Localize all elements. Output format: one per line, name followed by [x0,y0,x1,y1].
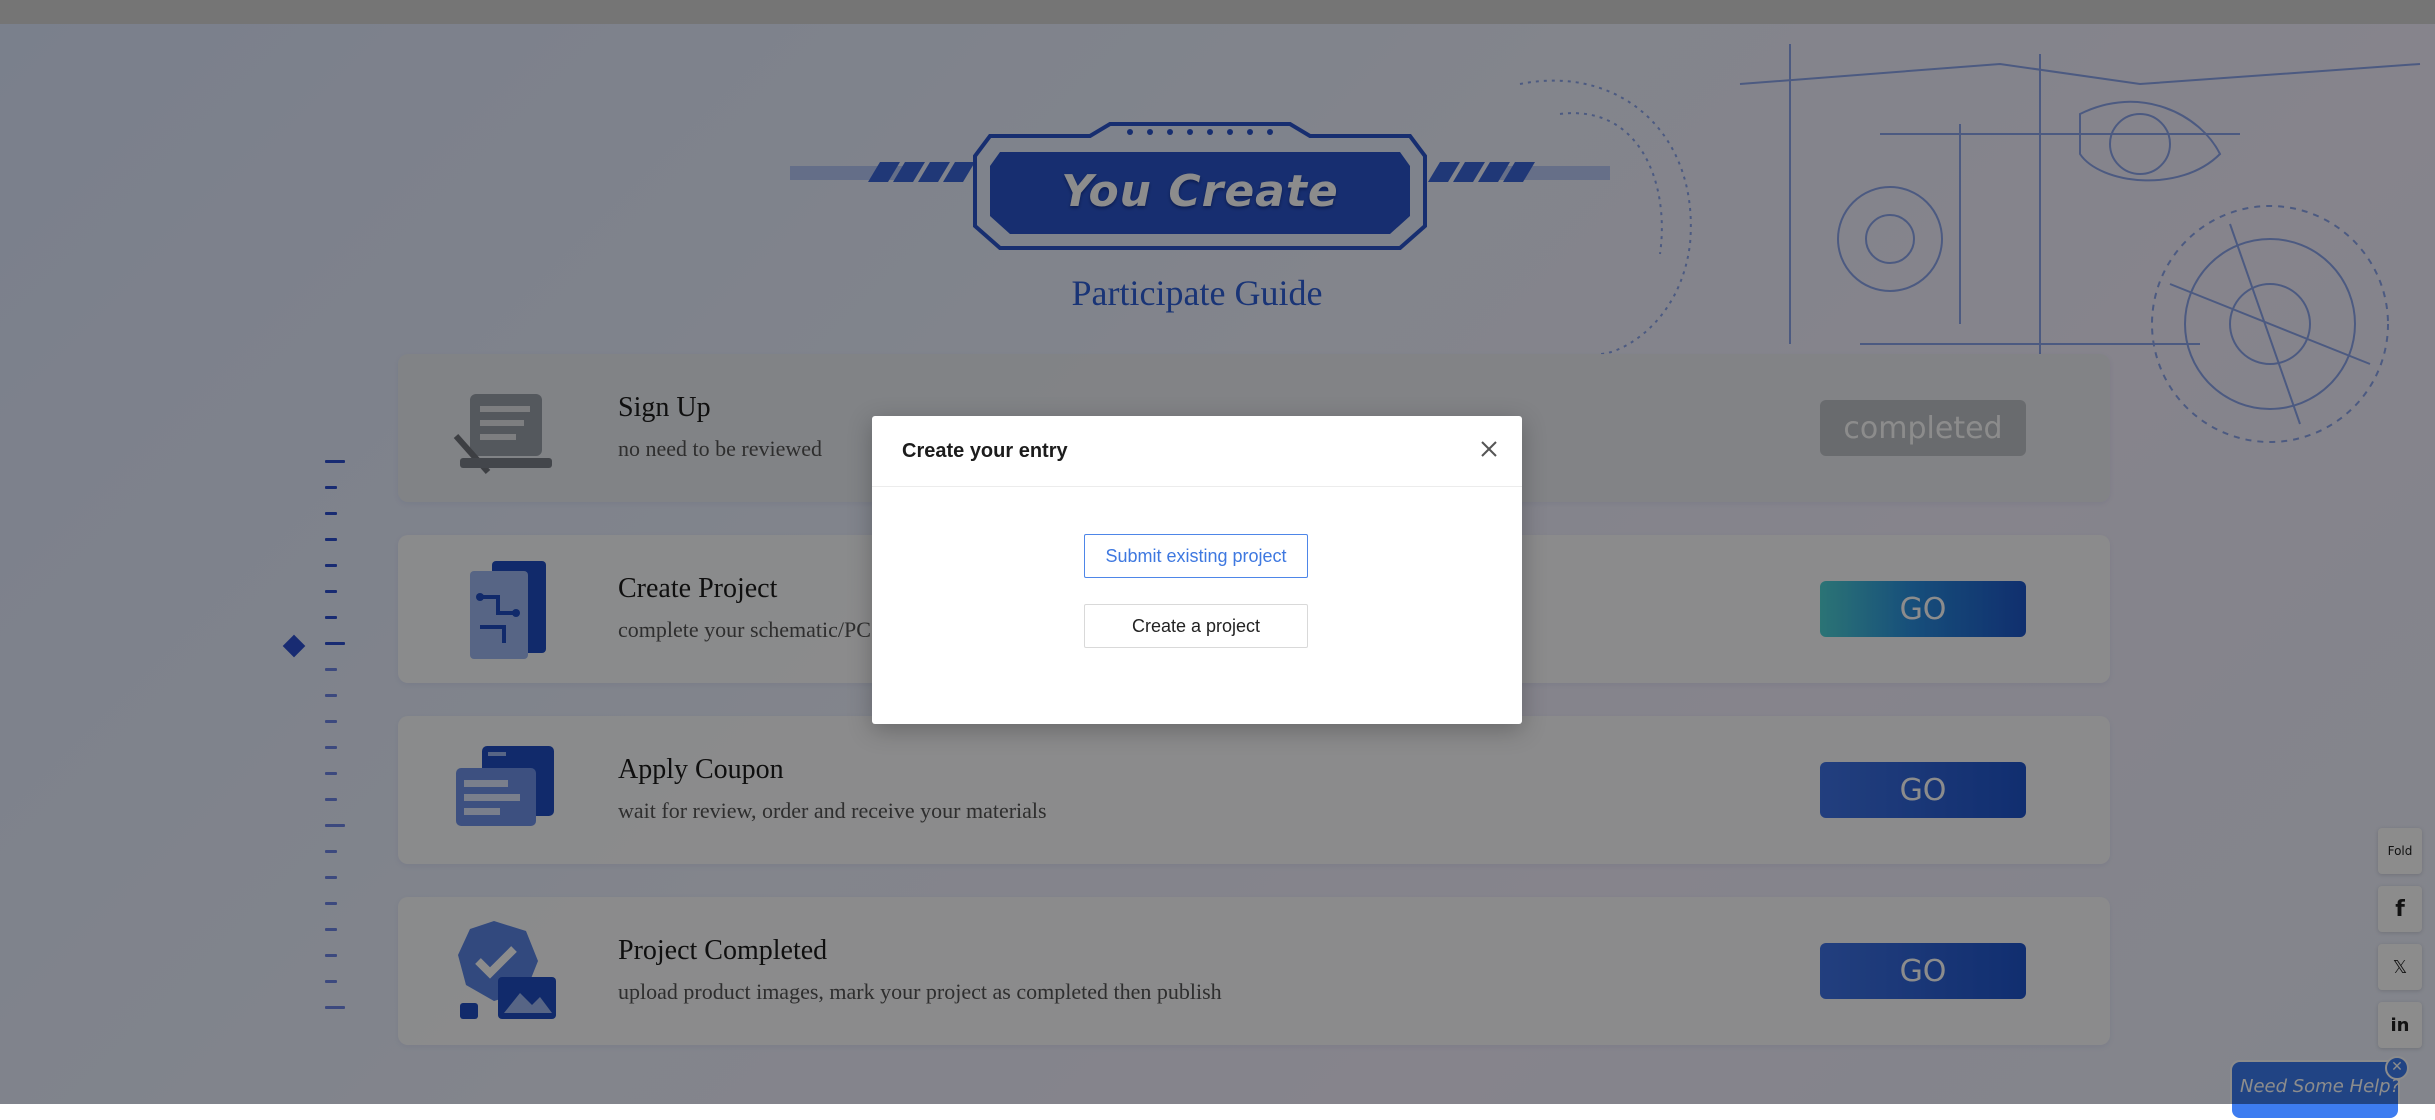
dialog-header: Create your entry [872,416,1522,487]
submit-existing-project-button[interactable]: Submit existing project [1084,534,1308,578]
close-button[interactable] [1474,434,1504,464]
close-icon [1481,441,1497,457]
dialog-title: Create your entry [902,440,1068,462]
create-project-button[interactable]: Create a project [1084,604,1308,648]
create-entry-dialog: Create your entry Submit existing projec… [872,416,1522,724]
